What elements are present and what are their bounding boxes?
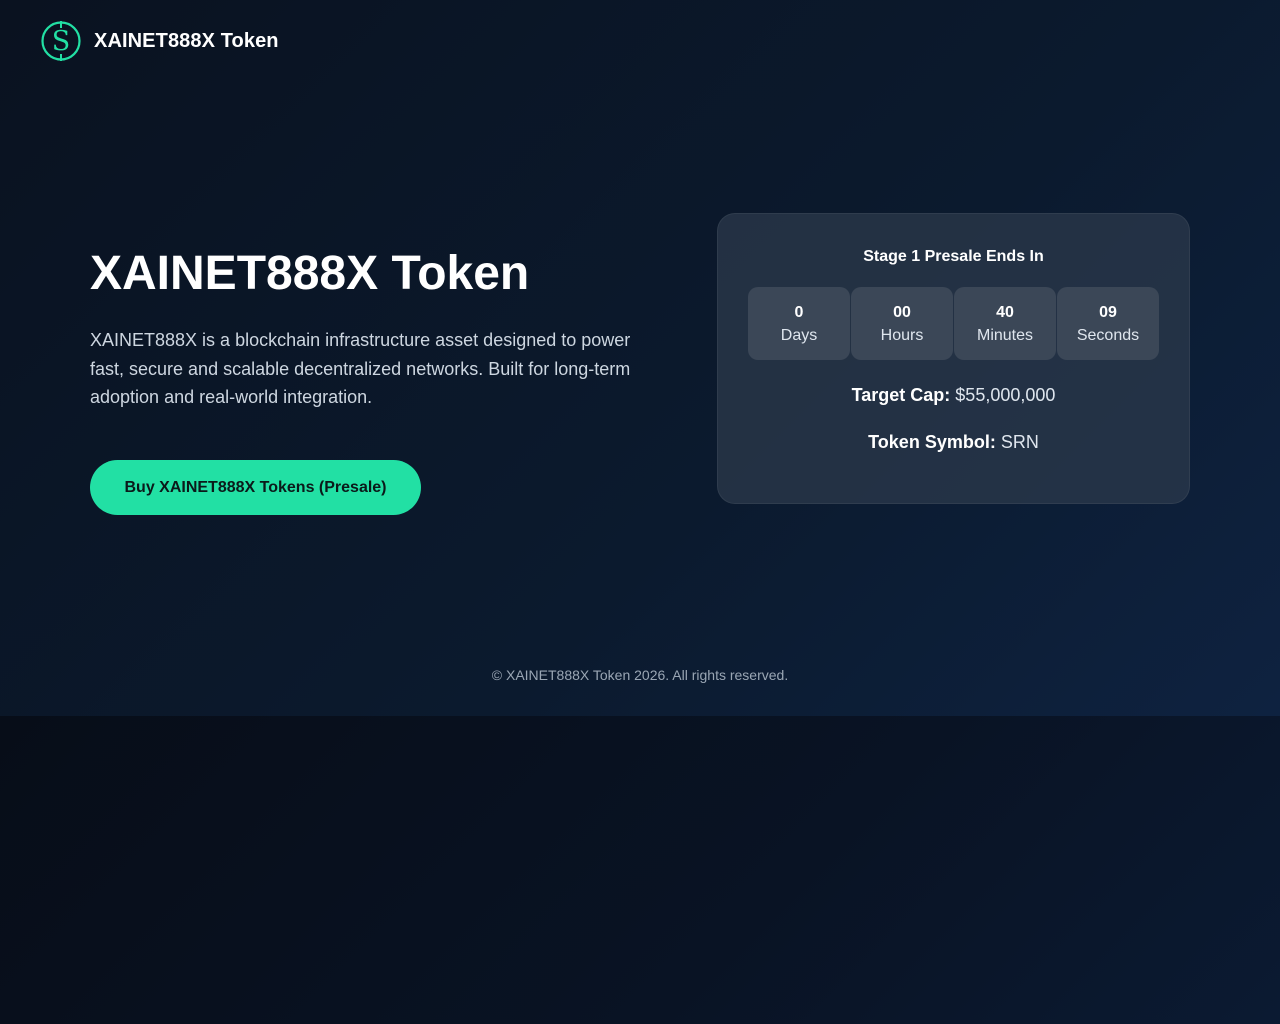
target-cap: Target Cap: $55,000,000 xyxy=(718,385,1189,406)
countdown-label: Days xyxy=(780,327,818,344)
svg-text:S: S xyxy=(52,26,71,57)
countdown-timer: 0 Days 00 Hours 40 Minutes 09 Seconds xyxy=(748,287,1159,360)
token-symbol-value: SRN xyxy=(1000,432,1039,452)
hero-title: XAINET888X Token xyxy=(90,247,530,300)
page-background-bottom xyxy=(0,716,1280,1024)
presale-card: Stage 1 Presale Ends In 0 Days 00 Hours … xyxy=(717,213,1190,504)
countdown-value: 0 xyxy=(794,304,804,321)
countdown-label: Seconds xyxy=(1076,327,1140,344)
presale-title: Stage 1 Presale Ends In xyxy=(863,248,1044,265)
buy-tokens-button[interactable]: Buy XAINET888X Tokens (Presale) xyxy=(90,460,421,515)
dollar-circle-icon[interactable]: S xyxy=(40,20,82,62)
countdown-minutes: 40 Minutes xyxy=(954,287,1056,360)
countdown-value: 00 xyxy=(893,304,911,321)
countdown-seconds: 09 Seconds xyxy=(1057,287,1159,360)
brand-name[interactable]: XAINET888X Token xyxy=(94,30,279,53)
countdown-days: 0 Days xyxy=(748,287,850,360)
site-footer: © XAINET888X Token 2026. All rights rese… xyxy=(0,667,1280,683)
hero-description: XAINET888X is a blockchain infrastructur… xyxy=(90,330,631,407)
countdown-hours: 00 Hours xyxy=(851,287,953,360)
countdown-label: Minutes xyxy=(976,327,1034,344)
countdown-value: 40 xyxy=(996,304,1014,321)
site-header: S XAINET888X Token xyxy=(40,20,279,62)
token-symbol-label: Token Symbol: xyxy=(868,432,996,452)
target-cap-label: Target Cap: xyxy=(851,385,951,405)
target-cap-value: $55,000,000 xyxy=(955,385,1056,405)
countdown-value: 09 xyxy=(1099,304,1117,321)
countdown-label: Hours xyxy=(880,327,924,344)
token-symbol: Token Symbol: SRN xyxy=(718,432,1189,453)
copyright-text: © XAINET888X Token 2026. All rights rese… xyxy=(491,667,789,683)
